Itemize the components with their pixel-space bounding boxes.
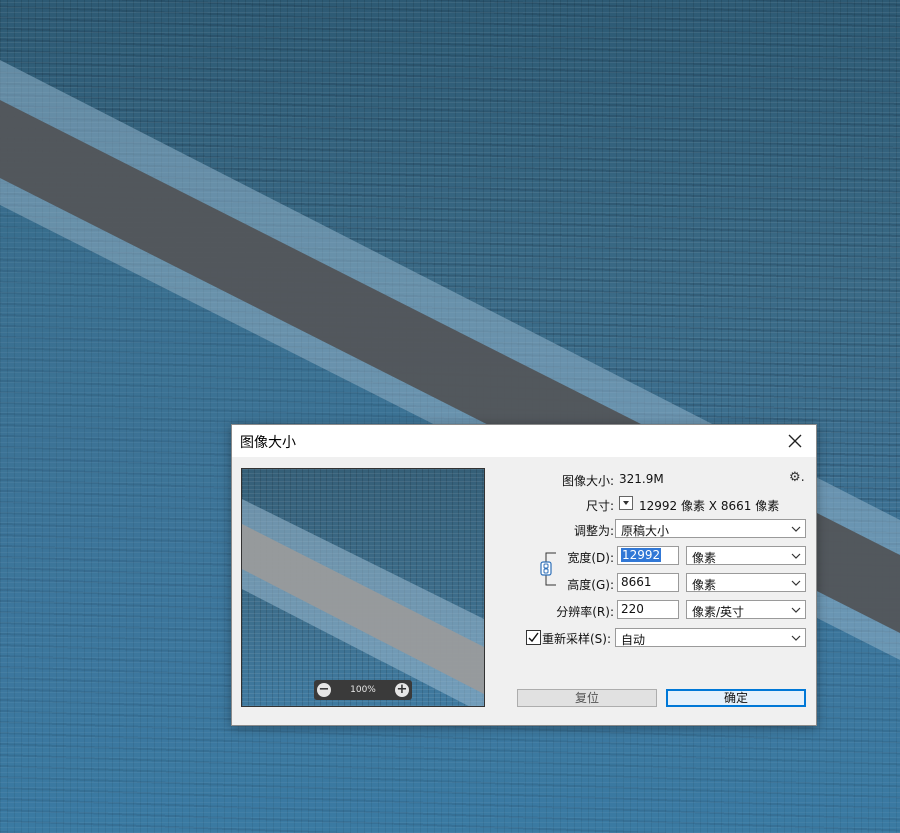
chevron-down-icon bbox=[791, 607, 801, 613]
reset-button[interactable]: 复位 bbox=[517, 689, 657, 707]
fit-to-label: 调整为: bbox=[573, 524, 614, 538]
close-icon bbox=[788, 434, 802, 448]
dialog-title: 图像大小 bbox=[240, 435, 296, 451]
chevron-down-icon bbox=[791, 553, 801, 559]
chevron-down-icon bbox=[791, 526, 801, 532]
dimensions-unit-dropdown[interactable] bbox=[619, 496, 633, 510]
resolution-input[interactable]: 220 bbox=[617, 600, 679, 619]
resolution-unit-select[interactable]: 像素/英寸 bbox=[686, 600, 806, 619]
preview-artwork bbox=[242, 499, 484, 706]
fit-to-select[interactable]: 原稿大小 bbox=[615, 519, 806, 538]
resolution-label: 分辨率(R): bbox=[556, 605, 614, 619]
image-size-label: 图像大小: bbox=[561, 474, 614, 488]
zoom-in-icon[interactable]: + bbox=[395, 683, 409, 697]
dialog-titlebar[interactable]: 图像大小 bbox=[232, 425, 816, 457]
close-button[interactable] bbox=[778, 427, 812, 455]
width-input[interactable]: 12992 bbox=[617, 546, 679, 565]
ok-button[interactable]: 确定 bbox=[666, 689, 806, 707]
height-unit-select[interactable]: 像素 bbox=[686, 573, 806, 592]
height-label: 高度(G): bbox=[567, 578, 614, 592]
zoom-bar: − 100% + bbox=[314, 680, 412, 700]
chevron-down-icon bbox=[791, 580, 801, 586]
width-unit-select[interactable]: 像素 bbox=[686, 546, 806, 565]
zoom-out-icon[interactable]: − bbox=[317, 683, 331, 697]
resample-label: 重新采样(S): bbox=[542, 632, 612, 646]
checkmark-icon bbox=[528, 632, 539, 643]
dropdown-icon bbox=[623, 501, 629, 505]
image-preview[interactable]: − 100% + bbox=[241, 468, 485, 707]
resample-method-select[interactable]: 自动 bbox=[615, 628, 806, 647]
gear-icon[interactable]: ⚙. bbox=[789, 470, 805, 485]
zoom-level: 100% bbox=[350, 685, 376, 695]
chevron-down-icon bbox=[791, 635, 801, 641]
dimensions-label: 尺寸: bbox=[585, 499, 614, 513]
resample-checkbox[interactable] bbox=[526, 630, 541, 645]
image-size-dialog: 图像大小 − 100% + 图像大小: 321.9M ⚙. 尺寸: 12992 … bbox=[231, 424, 817, 726]
width-label: 宽度(D): bbox=[567, 551, 614, 565]
height-input[interactable]: 8661 bbox=[617, 573, 679, 592]
dimensions-value: 12992 像素 X 8661 像素 bbox=[639, 499, 780, 513]
image-size-value: 321.9M bbox=[619, 472, 664, 486]
